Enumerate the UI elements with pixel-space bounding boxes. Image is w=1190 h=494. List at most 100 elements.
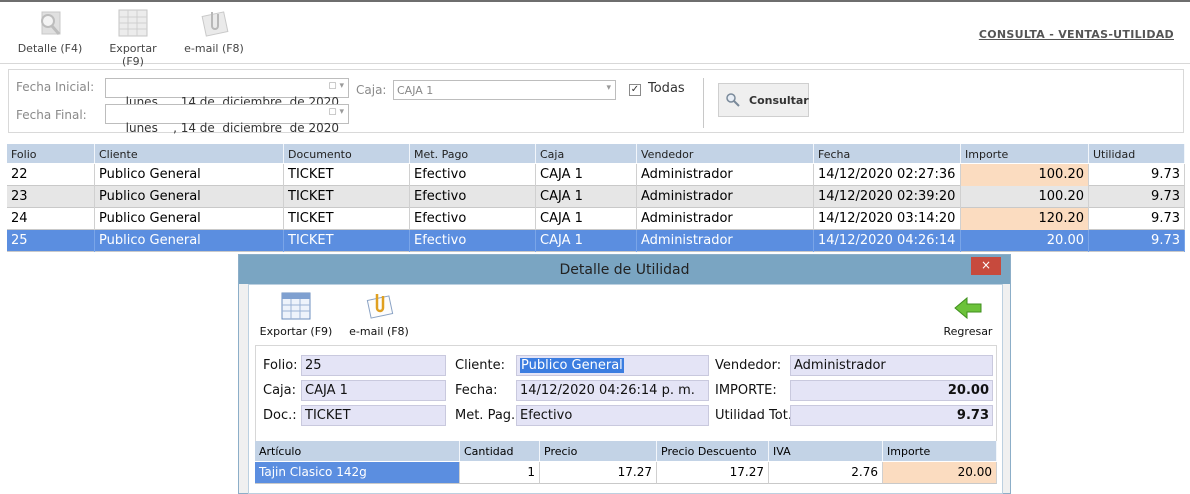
- column-header[interactable]: Importe: [883, 441, 997, 461]
- column-header[interactable]: Cantidad: [460, 441, 540, 461]
- folio-field[interactable]: 25: [301, 355, 446, 376]
- table-cell[interactable]: 20.00: [883, 462, 997, 484]
- column-header[interactable]: Fecha: [814, 144, 961, 163]
- regresar-button[interactable]: Regresar: [939, 295, 997, 338]
- fecha-final-picker[interactable]: lunes , 14 de diciembre de 2020 ▢ ▾: [105, 104, 349, 135]
- todas-checkbox[interactable]: ✓: [629, 84, 641, 96]
- magnifier-icon: [34, 8, 66, 38]
- table-cell[interactable]: Administrador: [637, 186, 814, 208]
- table-cell[interactable]: 14/12/2020 02:39:20 p....: [814, 186, 961, 208]
- table-cell[interactable]: 100.20: [961, 186, 1089, 208]
- table-row[interactable]: 22 Publico General TICKET Efectivo CAJA 1 Adm…: [7, 164, 1185, 186]
- table-cell[interactable]: Publico General: [95, 186, 284, 208]
- table-cell[interactable]: Administrador: [637, 164, 814, 186]
- table-cell[interactable]: 23: [7, 186, 95, 208]
- consultar-button[interactable]: Consultar: [718, 83, 809, 117]
- table-cell[interactable]: CAJA 1: [536, 208, 637, 230]
- email-button[interactable]: e-mail (F8): [183, 8, 245, 55]
- table-cell[interactable]: 14/12/2020 04:26:14 p....: [814, 230, 961, 252]
- table-cell[interactable]: 22: [7, 164, 95, 186]
- column-header[interactable]: Precio Descuento: [657, 441, 769, 461]
- utilidad-field[interactable]: 9.73: [790, 405, 993, 426]
- cliente-selected-text: Publico General: [520, 358, 624, 373]
- calendar-dropdown-icon[interactable]: ▢ ▾: [324, 81, 344, 95]
- calendar-dropdown-icon[interactable]: ▢ ▾: [324, 107, 344, 121]
- table-cell[interactable]: 9.73: [1089, 186, 1185, 208]
- table-row[interactable]: 23 Publico General TICKET Efectivo CAJA 1 Adm…: [7, 186, 1185, 208]
- table-cell[interactable]: Efectivo: [410, 186, 536, 208]
- table-cell[interactable]: 25: [7, 230, 95, 252]
- column-header[interactable]: IVA: [769, 441, 883, 461]
- table-cell[interactable]: 120.20: [961, 208, 1089, 230]
- doc-field[interactable]: TICKET: [301, 405, 446, 426]
- fecha-final-label: Fecha Final:: [16, 108, 87, 122]
- table-cell[interactable]: 9.73: [1089, 230, 1185, 252]
- dialog-email-button[interactable]: e-mail (F8): [347, 291, 411, 338]
- cliente-field[interactable]: Publico General: [516, 355, 709, 376]
- caja-select[interactable]: CAJA 1 ▾: [393, 80, 616, 100]
- metpag-label: Met. Pag.:: [455, 408, 520, 423]
- table-cell[interactable]: 24: [7, 208, 95, 230]
- importe-field[interactable]: 20.00: [790, 380, 993, 401]
- table-cell[interactable]: TICKET: [284, 208, 410, 230]
- column-header[interactable]: Caja: [536, 144, 637, 163]
- table-cell[interactable]: TICKET: [284, 186, 410, 208]
- table-cell[interactable]: Publico General: [95, 208, 284, 230]
- column-header[interactable]: Met. Pago: [410, 144, 536, 163]
- column-header[interactable]: Importe: [961, 144, 1089, 163]
- table-cell[interactable]: 17.27: [657, 462, 769, 484]
- dialog-exportar-label: Exportar (F9): [259, 325, 333, 338]
- table-cell[interactable]: 14/12/2020 02:27:36 p....: [814, 164, 961, 186]
- table-cell[interactable]: Tajin Clasico 142g: [255, 462, 460, 484]
- table-cell[interactable]: Efectivo: [410, 230, 536, 252]
- utilidad-label: Utilidad Tot.: [715, 408, 792, 423]
- table-cell[interactable]: 9.73: [1089, 164, 1185, 186]
- table-row[interactable]: 25 Publico General TICKET Efectivo CAJA 1 Adm…: [7, 230, 1185, 252]
- table-cell[interactable]: 14/12/2020 03:14:20 p....: [814, 208, 961, 230]
- table-cell[interactable]: CAJA 1: [536, 186, 637, 208]
- back-arrow-icon: [952, 295, 984, 321]
- table-cell[interactable]: TICKET: [284, 230, 410, 252]
- todas-label: Todas: [648, 81, 685, 96]
- table-row[interactable]: 24 Publico General TICKET Efectivo CAJA 1 Adm…: [7, 208, 1185, 230]
- column-header[interactable]: Folio: [7, 144, 95, 163]
- table-cell[interactable]: 100.20: [961, 164, 1089, 186]
- dialog-exportar-button[interactable]: Exportar (F9): [255, 291, 337, 338]
- close-icon[interactable]: ×: [971, 257, 1001, 275]
- envelope-clip-icon: [198, 8, 230, 38]
- table-cell[interactable]: TICKET: [284, 164, 410, 186]
- column-header[interactable]: Precio: [540, 441, 657, 461]
- table-cell[interactable]: Administrador: [637, 208, 814, 230]
- column-header[interactable]: Vendedor: [637, 144, 814, 163]
- fecha-label: Fecha:: [455, 383, 498, 398]
- table-cell[interactable]: CAJA 1: [536, 230, 637, 252]
- vendedor-field[interactable]: Administrador: [790, 355, 993, 376]
- table-cell[interactable]: Efectivo: [410, 164, 536, 186]
- table-cell[interactable]: Administrador: [637, 230, 814, 252]
- column-header[interactable]: Cliente: [95, 144, 284, 163]
- column-header[interactable]: Artículo: [255, 441, 460, 461]
- toolbar: Detalle (F4) Exportar (F9) e-mail (F8) C…: [0, 0, 1190, 68]
- column-header[interactable]: Documento: [284, 144, 410, 163]
- table-cell[interactable]: 1: [460, 462, 540, 484]
- exportar-button[interactable]: Exportar (F9): [98, 8, 168, 68]
- caja-field[interactable]: CAJA 1: [301, 380, 446, 401]
- fecha-inicial-picker[interactable]: lunes , 14 de diciembre de 2020 ▢ ▾: [105, 78, 349, 109]
- table-row[interactable]: Tajin Clasico 142g 1 17.27 17.27 2.76 20.00: [255, 462, 997, 484]
- table-cell[interactable]: 2.76: [769, 462, 883, 484]
- table-cell[interactable]: Efectivo: [410, 208, 536, 230]
- table-cell[interactable]: Publico General: [95, 164, 284, 186]
- table-cell[interactable]: 17.27: [540, 462, 657, 484]
- page-title[interactable]: CONSULTA - VENTAS-UTILIDAD: [979, 28, 1174, 41]
- table-cell[interactable]: CAJA 1: [536, 164, 637, 186]
- caja-select-value: CAJA 1: [397, 84, 434, 97]
- column-header[interactable]: Utilidad: [1089, 144, 1185, 163]
- table-cell[interactable]: 20.00: [961, 230, 1089, 252]
- metpag-field[interactable]: Efectivo: [516, 405, 709, 426]
- table-cell[interactable]: 9.73: [1089, 208, 1185, 230]
- fecha-field[interactable]: 14/12/2020 04:26:14 p. m.: [516, 380, 709, 401]
- folio-label: Folio:: [263, 358, 298, 373]
- dialog-title: Detalle de Utilidad: [239, 255, 1010, 284]
- table-cell[interactable]: Publico General: [95, 230, 284, 252]
- detalle-button[interactable]: Detalle (F4): [16, 8, 84, 55]
